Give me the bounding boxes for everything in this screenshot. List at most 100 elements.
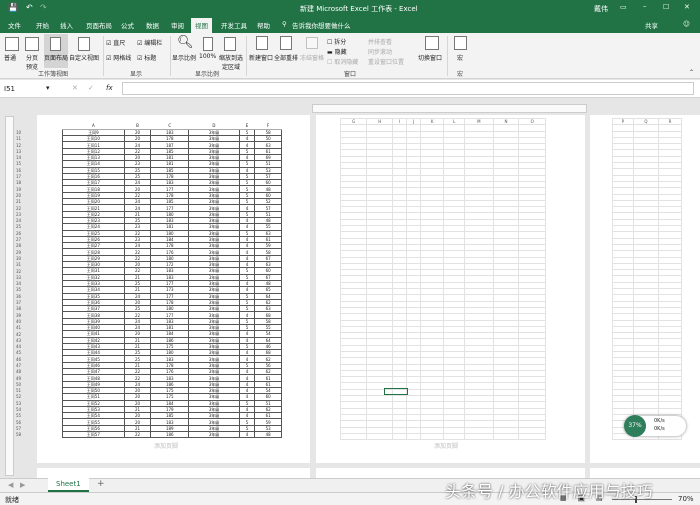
formula-bar-checkbox[interactable]: ☑ 编辑栏	[137, 38, 162, 47]
minimize-button[interactable]: –	[643, 2, 647, 10]
name-box-dropdown-icon[interactable]: ▾	[46, 84, 50, 92]
switch-windows-icon	[425, 36, 439, 50]
tab-view[interactable]: 视图	[191, 18, 212, 33]
page-4	[37, 468, 310, 478]
grid-row	[339, 432, 546, 441]
tab-help[interactable]: 帮助	[257, 20, 270, 30]
page-5	[316, 468, 585, 478]
table-row: 王同57 22 186 3年级 4 48	[62, 431, 282, 439]
new-sheet-button[interactable]: +	[97, 479, 105, 489]
reset-window-position-button[interactable]: 重设窗口位置	[368, 57, 404, 66]
view-side-by-side-button[interactable]: 并排查看	[368, 37, 392, 46]
new-window-icon	[256, 36, 268, 50]
arrange-all-button[interactable]: 全部重排	[274, 53, 298, 62]
zoom-to-selection-button[interactable]: 缩放到选定区域	[217, 53, 245, 71]
formula-bar: I51 ▾ ✕ ✓ fx	[0, 80, 700, 98]
headings-checkbox[interactable]: ☑ 标题	[137, 53, 156, 62]
hide-button[interactable]: ▬ 隐藏	[327, 47, 347, 56]
gridlines-label: 网格线	[113, 55, 132, 62]
new-window-button[interactable]: 新建窗口	[249, 53, 273, 62]
normal-view-icon	[5, 37, 19, 51]
ruler-label: 直尺	[113, 40, 126, 47]
unhide-button[interactable]: ☐ 取消隐藏	[327, 57, 358, 66]
ruler-checkbox[interactable]: ☑ 直尺	[106, 38, 125, 47]
cancel-icon[interactable]: ✕	[72, 84, 78, 92]
ribbon-display-icon[interactable]: ▭	[620, 3, 627, 11]
grid-cell[interactable]	[464, 432, 494, 441]
user-name[interactable]: 戴伟	[594, 4, 608, 14]
ribbon: 普通 分页预览 页面布局 自定义视图 工作簿视图 ☑ 直尺 ☑ 编辑栏 ☑ 网格…	[0, 33, 700, 79]
add-footer-page-1[interactable]: 添加页脚	[154, 441, 178, 450]
hide-label: 隐藏	[334, 49, 347, 56]
zoom-button[interactable]: 显示比例	[172, 53, 196, 62]
gridlines-checkbox[interactable]: ☑ 网格线	[106, 53, 131, 62]
freeze-panes-icon	[306, 37, 318, 49]
vertical-ruler	[5, 116, 14, 476]
formula-bar-label: 编辑栏	[144, 40, 163, 47]
grid-cell[interactable]	[492, 432, 520, 441]
switch-windows-button[interactable]: 切换窗口	[418, 53, 442, 62]
split-button[interactable]: ☐ 拆分	[327, 37, 346, 46]
insert-function-button[interactable]: fx	[106, 84, 113, 92]
grid-cell[interactable]	[406, 432, 422, 441]
cell-name: 王同57	[62, 431, 125, 439]
page-2-grid: GHIJKLMNO	[339, 117, 546, 441]
zoom-level[interactable]: 70%	[678, 495, 694, 503]
custom-view-icon	[78, 37, 90, 51]
maximize-button[interactable]: ☐	[663, 3, 669, 11]
tab-developer[interactable]: 开发工具	[221, 20, 247, 30]
macros-icon	[454, 36, 467, 50]
smiley-icon[interactable]: ☺	[683, 20, 690, 28]
page-layout-view-button[interactable]: 页面布局	[44, 53, 68, 62]
grid-cell[interactable]	[443, 432, 466, 441]
cell-grade: 3年级	[188, 431, 240, 439]
formula-input[interactable]	[122, 82, 694, 95]
zoom-icon: 🔍︎	[177, 35, 194, 50]
grid-cell[interactable]	[339, 432, 368, 441]
share-button[interactable]: 共享	[645, 20, 658, 30]
zoom-100-icon	[203, 37, 213, 51]
enter-icon[interactable]: ✓	[88, 84, 94, 92]
cell-age: 22	[123, 431, 152, 439]
zoom-100-button[interactable]: 100%	[199, 53, 216, 60]
window-title: 新建 Microsoft Excel 工作表 - Excel	[300, 5, 418, 13]
sheet-tab-sheet1[interactable]: Sheet1	[48, 478, 89, 492]
selected-cell[interactable]	[384, 388, 408, 395]
page-6	[590, 468, 700, 478]
grid-cell[interactable]	[420, 432, 445, 441]
add-footer-page-2[interactable]: 添加页脚	[434, 441, 458, 450]
macros-button[interactable]: 宏	[457, 53, 463, 62]
tab-home[interactable]: 开始	[36, 20, 49, 30]
group-label-zoom: 显示比例	[195, 71, 220, 78]
cell-height: 186	[150, 431, 190, 439]
tab-data[interactable]: 数据	[146, 20, 159, 30]
zoom-selection-icon	[224, 37, 236, 51]
tell-me-input[interactable]: 告诉我你想要做什么	[292, 20, 351, 30]
grid-cell[interactable]	[392, 432, 408, 441]
freeze-panes-button[interactable]: 冻结窗格	[300, 53, 324, 62]
tab-page-layout[interactable]: 页面布局	[86, 20, 112, 30]
sheet-prev-icon[interactable]: ◀	[8, 481, 13, 489]
normal-view-button[interactable]: 普通	[4, 53, 16, 62]
grid-cell[interactable]	[518, 432, 546, 441]
tab-formulas[interactable]: 公式	[121, 20, 134, 30]
page-3-grid: PQR	[612, 117, 682, 441]
net-down: 0K/s	[654, 426, 665, 432]
row-number: 58	[16, 432, 22, 438]
tab-insert[interactable]: 插入	[60, 20, 73, 30]
grid-cell[interactable]	[366, 432, 394, 441]
custom-views-button[interactable]: 自定义视图	[69, 53, 99, 62]
name-box[interactable]: I51	[4, 85, 15, 93]
tab-review[interactable]: 审阅	[171, 20, 184, 30]
collapse-ribbon-icon[interactable]: ⌃	[689, 69, 694, 76]
synchronous-scrolling-button[interactable]: 同步滚动	[368, 47, 392, 56]
tab-file[interactable]: 文件	[8, 20, 21, 30]
network-widget[interactable]: 37% 0K/s 0K/s	[624, 415, 686, 437]
undo-icon[interactable]: ↶	[26, 3, 33, 12]
sheet-next-icon[interactable]: ▶	[20, 481, 25, 489]
watermark: 头条号 / 办公软件应用与技巧	[445, 482, 653, 501]
redo-icon[interactable]: ↷	[40, 3, 47, 12]
save-icon[interactable]: 💾	[8, 3, 18, 12]
ribbon-tabs: 文件 开始 插入 页面布局 公式 数据 审阅 视图 开发工具 帮助 ⚲ 告诉我你…	[0, 17, 700, 33]
close-button[interactable]: ✕	[684, 3, 690, 11]
